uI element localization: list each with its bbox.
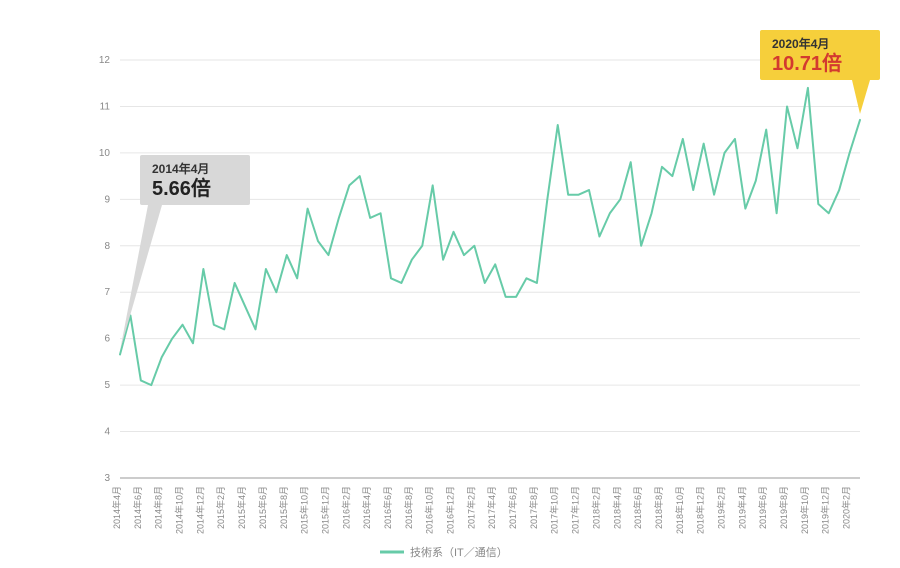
callout-start: 2014年4月 5.66倍 bbox=[120, 155, 250, 350]
svg-text:3: 3 bbox=[104, 473, 110, 484]
callout-start-date: 2014年4月 bbox=[152, 161, 209, 176]
svg-text:2019年8月: 2019年8月 bbox=[778, 486, 789, 529]
svg-text:6: 6 bbox=[104, 334, 110, 345]
svg-text:2019年10月: 2019年10月 bbox=[799, 486, 810, 534]
svg-text:2015年12月: 2015年12月 bbox=[319, 486, 330, 534]
svg-text:2015年6月: 2015年6月 bbox=[257, 486, 268, 529]
line-chart: 3456789101112 2014年4月2014年6月2014年8月2014年… bbox=[0, 0, 900, 568]
svg-text:2014年8月: 2014年8月 bbox=[153, 486, 164, 529]
svg-text:2019年4月: 2019年4月 bbox=[736, 486, 747, 529]
svg-text:2017年12月: 2017年12月 bbox=[570, 486, 581, 534]
svg-text:2014年12月: 2014年12月 bbox=[194, 486, 205, 534]
svg-text:2016年2月: 2016年2月 bbox=[340, 486, 351, 529]
svg-text:2017年2月: 2017年2月 bbox=[465, 486, 476, 529]
svg-text:11: 11 bbox=[100, 101, 111, 112]
svg-text:2018年8月: 2018年8月 bbox=[653, 486, 664, 529]
callout-end: 2020年4月 10.71倍 bbox=[760, 30, 880, 114]
x-axis: 2014年4月 2014年6月 2014年8月 2014年10月 2014年12月 201… bbox=[111, 486, 852, 534]
y-axis: 3 4 5 6 7 8 9 10 11 12 bbox=[99, 55, 111, 484]
svg-text:2018年10月: 2018年10月 bbox=[674, 486, 685, 534]
svg-text:2016年8月: 2016年8月 bbox=[403, 486, 414, 529]
grid bbox=[120, 60, 860, 478]
svg-text:2014年6月: 2014年6月 bbox=[132, 486, 143, 529]
svg-text:9: 9 bbox=[104, 194, 110, 205]
svg-text:2014年4月: 2014年4月 bbox=[111, 486, 122, 529]
svg-text:2019年12月: 2019年12月 bbox=[820, 486, 831, 534]
svg-text:2018年12月: 2018年12月 bbox=[695, 486, 706, 534]
svg-text:12: 12 bbox=[99, 55, 111, 66]
legend: 技術系（IT／通信） bbox=[380, 546, 508, 559]
svg-text:2016年10月: 2016年10月 bbox=[424, 486, 435, 534]
svg-text:2017年6月: 2017年6月 bbox=[507, 486, 518, 529]
svg-text:2018年4月: 2018年4月 bbox=[611, 486, 622, 529]
svg-text:2019年6月: 2019年6月 bbox=[757, 486, 768, 529]
svg-text:2016年4月: 2016年4月 bbox=[361, 486, 372, 529]
callout-start-value: 5.66倍 bbox=[152, 176, 211, 200]
svg-text:2019年2月: 2019年2月 bbox=[716, 486, 727, 529]
svg-text:2015年4月: 2015年4月 bbox=[236, 486, 247, 529]
svg-text:2014年10月: 2014年10月 bbox=[174, 486, 185, 534]
svg-text:2017年8月: 2017年8月 bbox=[528, 486, 539, 529]
svg-text:2018年6月: 2018年6月 bbox=[632, 486, 643, 529]
svg-text:2020年2月: 2020年2月 bbox=[841, 486, 852, 529]
svg-text:7: 7 bbox=[104, 287, 110, 298]
svg-text:2015年2月: 2015年2月 bbox=[215, 486, 226, 529]
svg-text:2016年12月: 2016年12月 bbox=[445, 486, 456, 534]
svg-text:10: 10 bbox=[99, 148, 111, 159]
svg-text:2015年10月: 2015年10月 bbox=[299, 486, 310, 534]
series-line bbox=[120, 88, 860, 385]
callout-end-value: 10.71倍 bbox=[772, 51, 842, 75]
svg-text:8: 8 bbox=[104, 241, 110, 252]
svg-text:4: 4 bbox=[104, 427, 110, 438]
svg-text:5: 5 bbox=[104, 380, 110, 391]
callout-end-date: 2020年4月 bbox=[772, 36, 829, 51]
svg-text:2015年8月: 2015年8月 bbox=[278, 486, 289, 529]
legend-label: 技術系（IT／通信） bbox=[410, 546, 508, 559]
svg-text:2017年4月: 2017年4月 bbox=[486, 486, 497, 529]
svg-text:2017年10月: 2017年10月 bbox=[549, 486, 560, 534]
svg-text:2018年2月: 2018年2月 bbox=[590, 486, 601, 529]
svg-text:2016年6月: 2016年6月 bbox=[382, 486, 393, 529]
